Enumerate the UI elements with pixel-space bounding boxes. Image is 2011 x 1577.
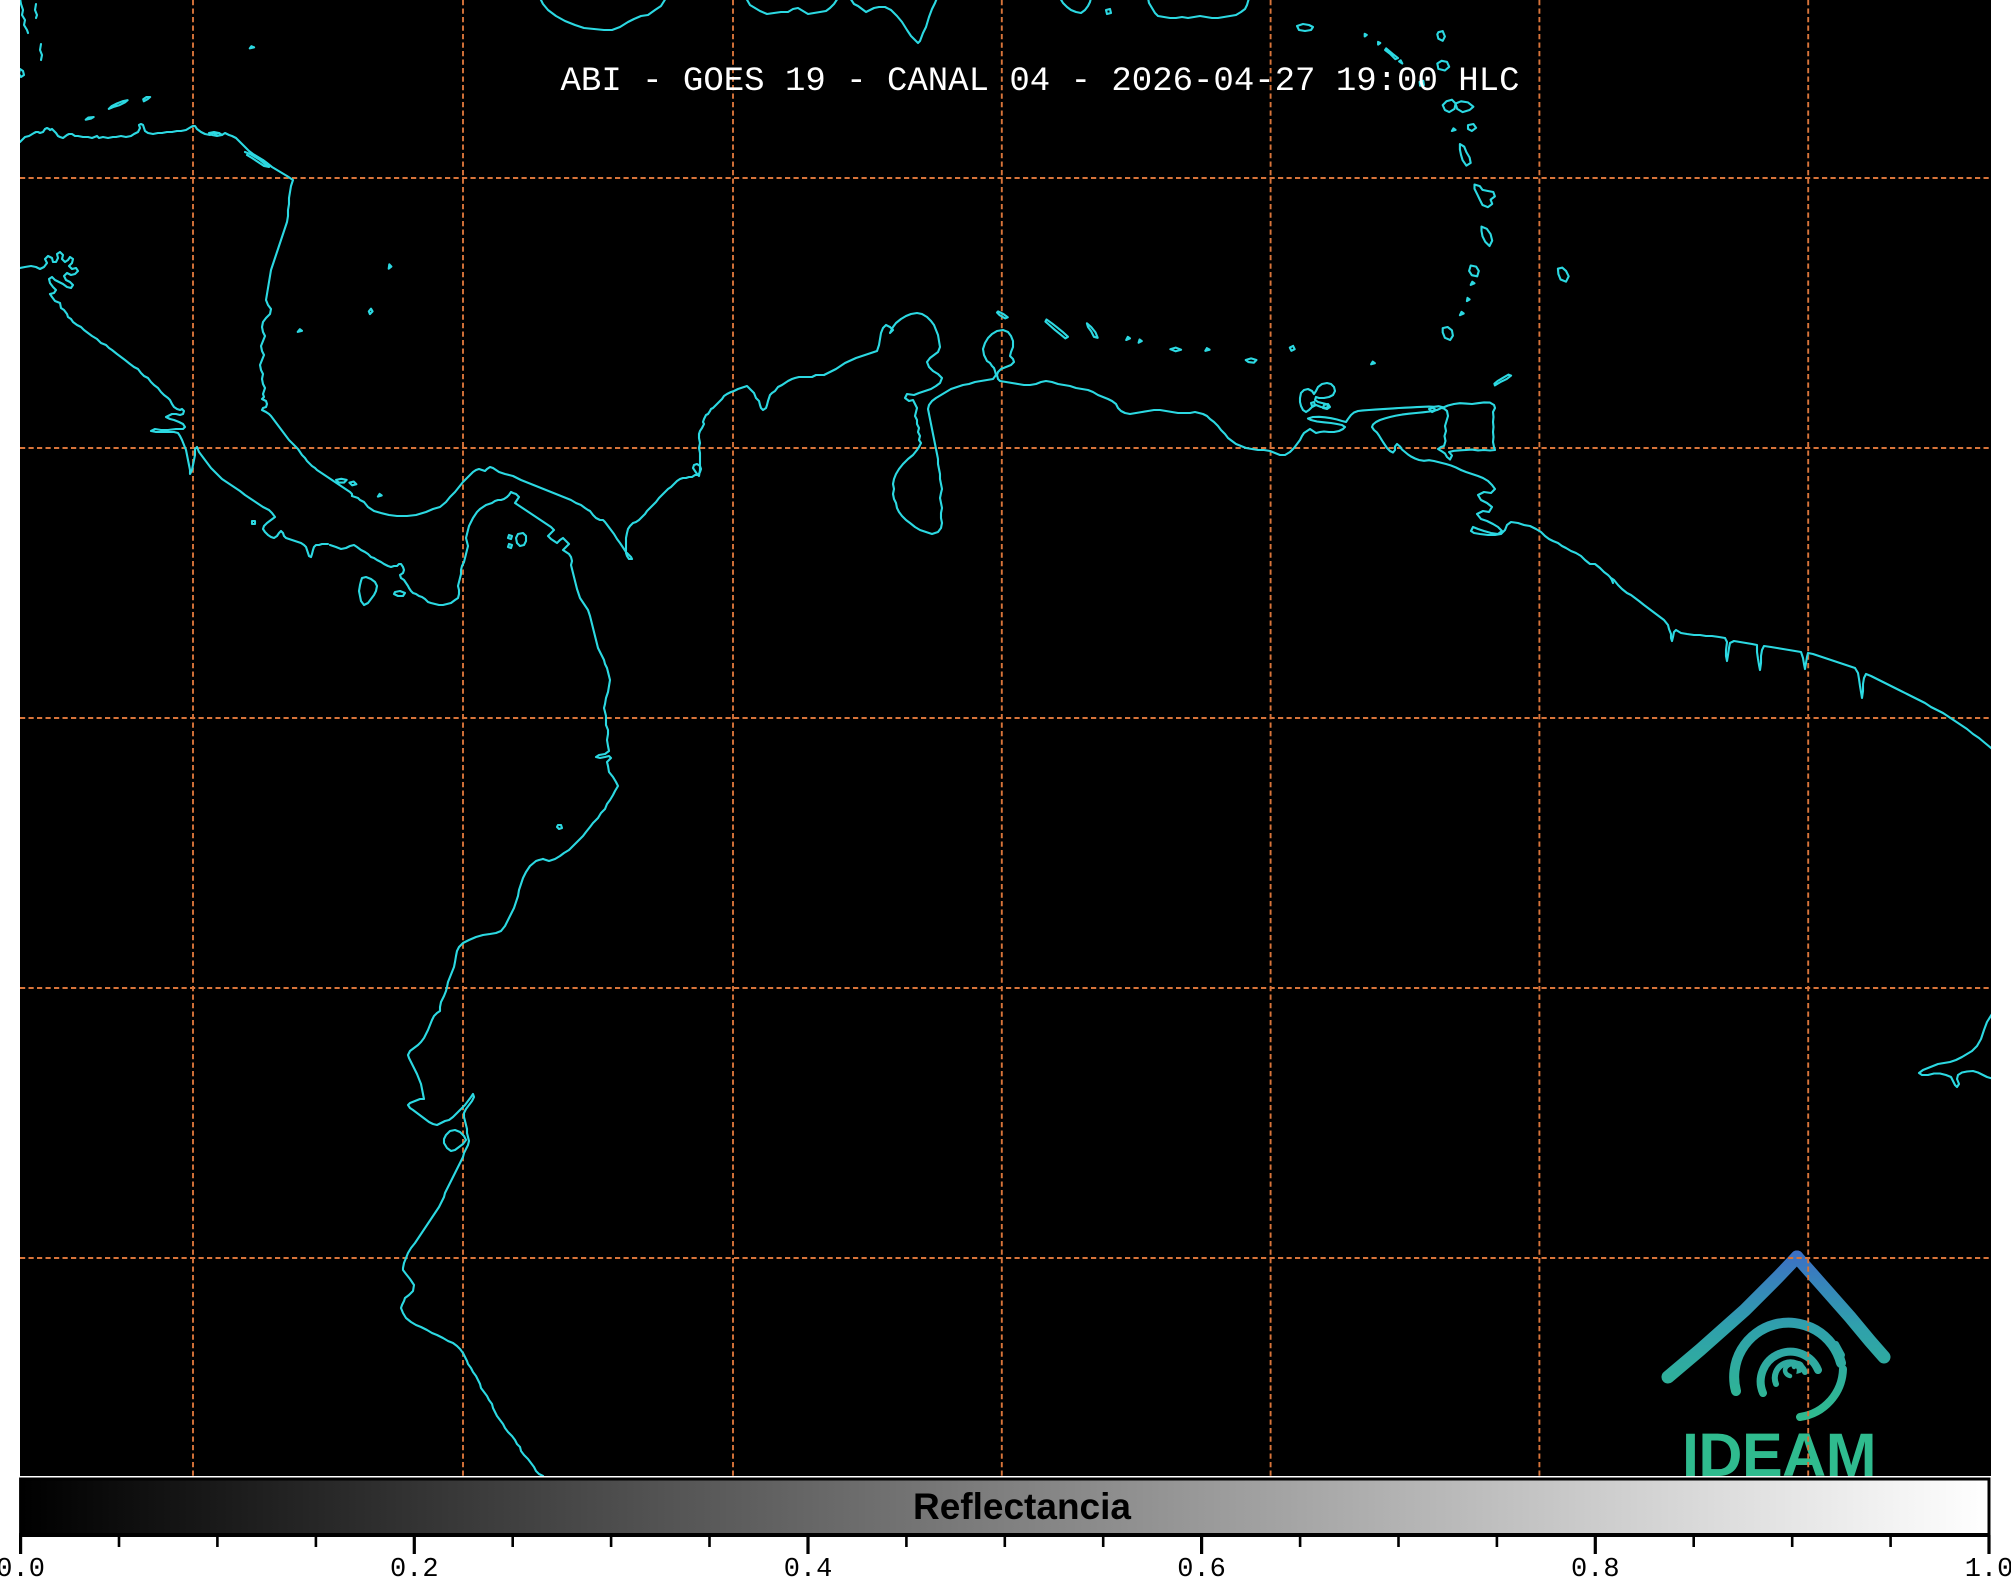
svg-text:1.0: 1.0 xyxy=(1965,1555,2011,1577)
svg-text:0.0: 0.0 xyxy=(0,1555,45,1577)
svg-text:ABI - GOES 19 - CANAL 04 - 202: ABI - GOES 19 - CANAL 04 - 2026-04-27 19… xyxy=(561,63,1520,101)
svg-text:0.8: 0.8 xyxy=(1571,1555,1620,1577)
svg-text:0.4: 0.4 xyxy=(784,1555,833,1577)
svg-text:0.2: 0.2 xyxy=(390,1555,439,1577)
svg-text:0.6: 0.6 xyxy=(1177,1555,1226,1577)
svg-text:Reflectancia: Reflectancia xyxy=(913,1486,1131,1527)
